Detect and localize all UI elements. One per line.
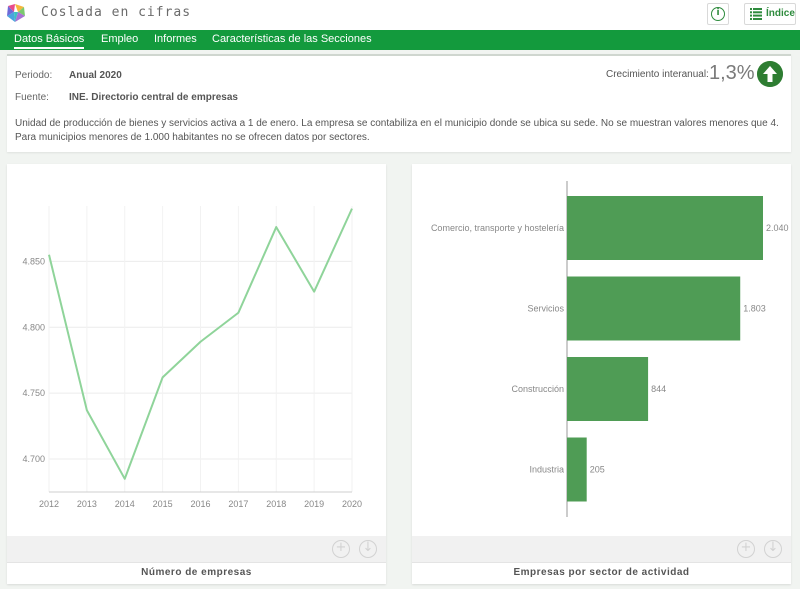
info-circle-icon: i [711,7,725,21]
chart-toolbar: + ↓ [7,536,386,562]
data-point [199,340,203,344]
data-point [85,408,89,412]
x-tick-label: 2013 [77,499,97,509]
y-tick-label: 4.700 [22,454,45,464]
index-button[interactable]: Índice [744,3,796,25]
bar [567,357,649,421]
chart-title: Número de empresas [7,562,386,584]
category-label: Industria [529,465,564,475]
data-point [350,207,354,211]
y-tick-label: 4.800 [22,322,45,332]
data-point [274,225,278,229]
bar [567,437,587,502]
list-icon [750,8,762,20]
data-point [123,477,127,481]
app-title: Coslada en cifras [41,5,192,20]
download-circle-icon[interactable]: ↓ [764,540,782,558]
x-tick-label: 2018 [266,499,286,509]
chart-card-numero-empresas: 4.700 4.750 4.800 4.850 2012 2013 2014 2015 2016… [7,164,386,584]
periodo-value: Anual 2020 [69,70,122,81]
category-label: Comercio, transporte y hostelería [431,223,564,233]
info-button[interactable]: i [707,3,729,25]
growth-label: Crecimiento interanual: [606,69,709,80]
chart-toolbar: + ↓ [412,536,791,562]
plus-circle-icon[interactable]: + [332,540,350,558]
description-text: Unidad de producción de bienes y servici… [15,118,779,143]
x-tick-label: 2020 [342,499,362,509]
data-point [161,375,165,379]
chart-card-empresas-sector: Comercio, transporte y hostelería 2.040 Se… [412,164,791,584]
periodo-label: Periodo: [15,70,53,81]
data-point [47,253,51,257]
nav-item-datos-basicos[interactable]: Datos Básicos [14,33,85,49]
bar-chart: Comercio, transporte y hostelería 2.040 Se… [431,181,789,517]
value-label: 1.803 [743,304,766,314]
data-point [312,290,316,294]
value-label: 205 [590,465,605,475]
main-nav: Datos Básicos Empleo Informes Caracterís… [0,30,800,50]
download-circle-icon[interactable]: ↓ [359,540,377,558]
x-tick-label: 2015 [153,499,173,509]
data-point [236,311,240,315]
fuente-label: Fuente: [15,92,49,103]
bar [567,196,763,260]
index-button-label: Índice [766,8,795,19]
value-label: 844 [651,384,666,394]
arrow-up-icon [757,61,783,87]
x-tick-label: 2014 [115,499,135,509]
y-tick-label: 4.850 [22,256,45,266]
category-label: Servicios [527,304,564,314]
line-chart: 4.700 4.750 4.800 4.850 2012 2013 2014 2015 2016… [22,206,362,509]
nav-item-informes[interactable]: Informes [154,33,197,45]
y-tick-label: 4.750 [22,388,45,398]
nav-item-caracteristicas[interactable]: Características de las Secciones [212,33,372,45]
fuente-value: INE. Directorio central de empresas [69,92,238,103]
chart-title: Empresas por sector de actividad [412,562,791,584]
value-label: 2.040 [766,223,789,233]
x-tick-label: 2017 [228,499,248,509]
app-logo-icon [7,4,25,22]
x-tick-label: 2019 [304,499,324,509]
top-bar: Coslada en cifras i Índice [0,0,800,30]
bar [567,276,741,341]
x-tick-label: 2012 [39,499,59,509]
plus-circle-icon[interactable]: + [737,540,755,558]
growth-value: 1,3% [709,62,755,84]
nav-item-empleo[interactable]: Empleo [101,33,138,45]
info-panel: Periodo: Anual 2020 Fuente: INE. Directo… [7,54,791,152]
x-tick-label: 2016 [190,499,210,509]
category-label: Construcción [511,384,564,394]
